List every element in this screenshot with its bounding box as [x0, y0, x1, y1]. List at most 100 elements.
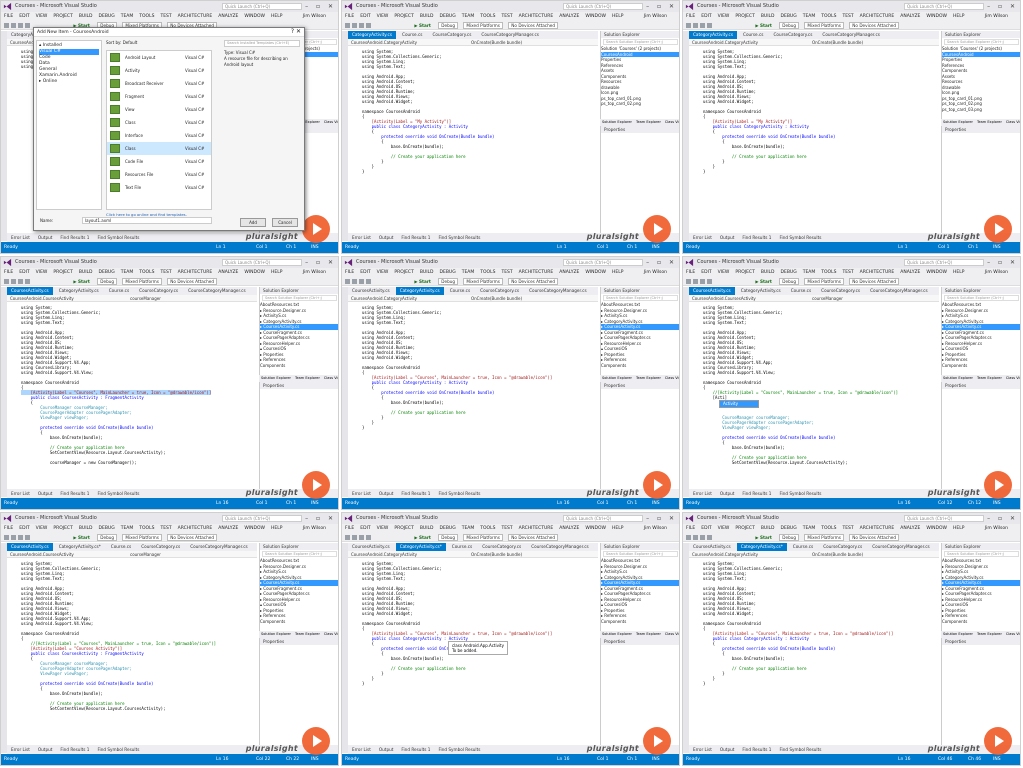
- platform-select[interactable]: Mixed Platforms: [804, 22, 844, 29]
- explorer-tab-0[interactable]: Solution Explorer: [261, 376, 291, 380]
- template-search-input[interactable]: Search Installed Templates (Ctrl+E): [224, 40, 300, 47]
- tree-item[interactable]: Components: [601, 363, 679, 369]
- forward-icon[interactable]: [352, 23, 357, 28]
- menu-project[interactable]: PROJECT: [735, 14, 754, 19]
- bottom-tab-0[interactable]: Error List: [352, 235, 371, 240]
- play-icon[interactable]: [984, 215, 1012, 243]
- play-icon[interactable]: [302, 215, 330, 243]
- config-select[interactable]: Debug: [97, 534, 118, 541]
- menu-file[interactable]: FILE: [686, 526, 695, 531]
- menu-tools[interactable]: TOOLS: [139, 270, 154, 275]
- template-item[interactable]: Interface Visual C#: [107, 129, 211, 142]
- menu-build[interactable]: BUILD: [420, 14, 434, 19]
- bottom-tab-1[interactable]: Output: [38, 747, 53, 752]
- intellisense-item[interactable]: Activity: [720, 401, 758, 407]
- tab-1[interactable]: CategoryActivity.cs: [395, 287, 444, 295]
- back-icon[interactable]: [345, 279, 350, 284]
- tree-item[interactable]: Components: [942, 619, 1020, 625]
- bottom-tab-3[interactable]: Find Symbol Results: [97, 747, 139, 752]
- menu-edit[interactable]: EDIT: [19, 14, 29, 19]
- menu-project[interactable]: PROJECT: [53, 14, 72, 19]
- type-dropdown[interactable]: CoursesAndroid.CategoryActivity: [348, 551, 468, 558]
- menu-help[interactable]: HELP: [271, 14, 282, 19]
- tab-3[interactable]: CourseCategory.cs: [135, 287, 182, 295]
- menu-debug[interactable]: DEBUG: [781, 270, 797, 275]
- forward-icon[interactable]: [352, 535, 357, 540]
- config-select[interactable]: Debug: [438, 22, 459, 29]
- tab-0[interactable]: CategoryActivity.cs: [348, 31, 397, 39]
- menu-build[interactable]: BUILD: [420, 526, 434, 531]
- menu-team[interactable]: TEAM: [462, 14, 475, 19]
- quick-launch-input[interactable]: Quick Launch (Ctrl+Q): [904, 3, 984, 10]
- menu-window[interactable]: WINDOW: [585, 14, 606, 19]
- menu-debug[interactable]: DEBUG: [440, 14, 456, 19]
- forward-icon[interactable]: [693, 535, 698, 540]
- start-debug-button[interactable]: ▶ Start: [755, 535, 772, 540]
- menu-edit[interactable]: EDIT: [360, 14, 370, 19]
- quick-launch-input[interactable]: Quick Launch (Ctrl+Q): [222, 259, 302, 266]
- solution-search-input[interactable]: Search Solution Explorer (Ctrl+;): [603, 39, 678, 45]
- tree-item[interactable]: Components: [601, 619, 679, 625]
- menu-project[interactable]: PROJECT: [394, 14, 413, 19]
- quick-launch-input[interactable]: Quick Launch (Ctrl+Q): [563, 259, 643, 266]
- tab-2[interactable]: Course.cs: [787, 287, 815, 295]
- menu-team[interactable]: TEAM: [121, 14, 134, 19]
- save-icon[interactable]: [700, 535, 705, 540]
- play-icon[interactable]: [643, 215, 671, 243]
- code-editor[interactable]: using System;using System.Collections.Ge…: [348, 303, 598, 489]
- menu-project[interactable]: PROJECT: [53, 526, 72, 531]
- undo-icon[interactable]: [707, 535, 712, 540]
- explorer-tab-1[interactable]: Team Explorer: [977, 120, 1002, 124]
- menu-team[interactable]: TEAM: [462, 526, 475, 531]
- explorer-tab-1[interactable]: Team Explorer: [977, 632, 1002, 636]
- template-item[interactable]: Fragment Visual C#: [107, 90, 211, 103]
- bottom-tab-0[interactable]: Error List: [11, 235, 30, 240]
- menu-analyze[interactable]: ANALYZE: [900, 526, 920, 531]
- tab-0[interactable]: CoursesActivity.cs: [348, 287, 394, 295]
- menu-project[interactable]: PROJECT: [735, 270, 754, 275]
- menu-build[interactable]: BUILD: [79, 14, 93, 19]
- menu-edit[interactable]: EDIT: [360, 526, 370, 531]
- back-icon[interactable]: [4, 23, 9, 28]
- member-dropdown[interactable]: OnCreate(Bundle bundle): [468, 551, 588, 558]
- menu-file[interactable]: FILE: [345, 526, 354, 531]
- platform-select[interactable]: Mixed Platforms: [122, 278, 162, 285]
- menu-view[interactable]: VIEW: [718, 14, 730, 19]
- bottom-tab-1[interactable]: Output: [379, 491, 394, 496]
- menu-architecture[interactable]: ARCHITECTURE: [178, 526, 213, 531]
- code-editor[interactable]: using System;using System.Collections.Ge…: [348, 47, 598, 233]
- menu-build[interactable]: BUILD: [761, 270, 775, 275]
- menu-architecture[interactable]: ARCHITECTURE: [178, 14, 213, 19]
- type-dropdown[interactable]: CoursesAndroid.CoursesActivity: [7, 551, 127, 558]
- explorer-tab-0[interactable]: Solution Explorer: [943, 120, 973, 124]
- tree-item[interactable]: ps_top_card_03.png: [942, 107, 1020, 113]
- bottom-tab-2[interactable]: Find Results 1: [60, 491, 89, 496]
- tree-item[interactable]: Components: [260, 363, 338, 369]
- tab-0[interactable]: CoursesActivity.cs: [7, 287, 53, 295]
- bottom-tab-1[interactable]: Output: [720, 491, 735, 496]
- tab-4[interactable]: CourseCategoryManager.cs: [868, 543, 934, 551]
- forward-icon[interactable]: [11, 23, 16, 28]
- bottom-tab-2[interactable]: Find Results 1: [60, 747, 89, 752]
- menu-analyze[interactable]: ANALYZE: [559, 14, 579, 19]
- type-dropdown[interactable]: CoursesAndroid.CategoryActivity: [348, 39, 468, 46]
- bottom-tab-3[interactable]: Find Symbol Results: [438, 235, 480, 240]
- play-icon[interactable]: [984, 727, 1012, 755]
- start-debug-button[interactable]: ▶ Start: [414, 279, 431, 284]
- template-item[interactable]: Class Visual C#: [107, 142, 211, 155]
- template-item[interactable]: Code File Visual C#: [107, 155, 211, 168]
- type-dropdown[interactable]: CoursesAndroid.CoursesActivity: [689, 295, 809, 302]
- tab-2[interactable]: Course.cs: [446, 287, 474, 295]
- bottom-tab-0[interactable]: Error List: [693, 747, 712, 752]
- save-icon[interactable]: [359, 279, 364, 284]
- menu-window[interactable]: WINDOW: [244, 270, 265, 275]
- platform-select[interactable]: Mixed Platforms: [804, 534, 844, 541]
- tab-0[interactable]: CoursesActivity.cs: [689, 543, 735, 551]
- solution-search-input[interactable]: Search Solution Explorer (Ctrl+;): [944, 295, 1019, 301]
- play-icon[interactable]: [302, 727, 330, 755]
- explorer-tab-0[interactable]: Solution Explorer: [602, 376, 632, 380]
- user-name[interactable]: Jim Wilson: [644, 268, 667, 277]
- save-icon[interactable]: [700, 23, 705, 28]
- menu-test[interactable]: TEST: [842, 14, 853, 19]
- config-select[interactable]: Debug: [779, 278, 800, 285]
